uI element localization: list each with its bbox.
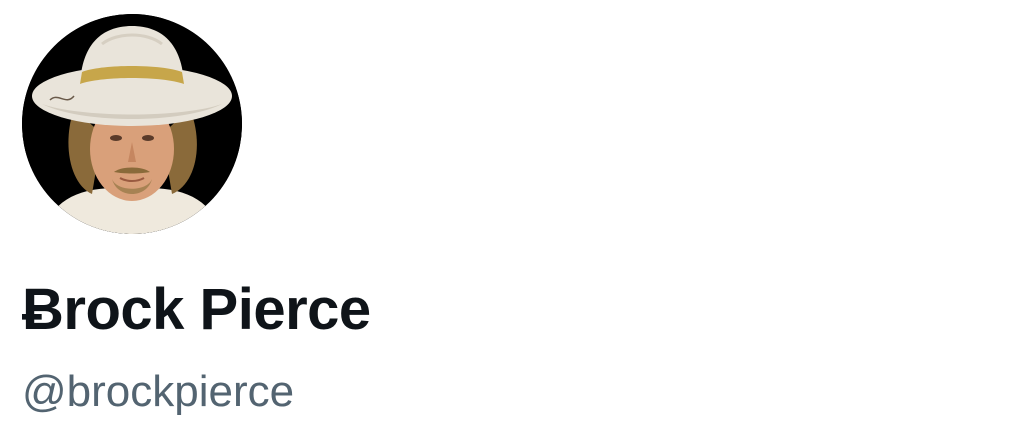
profile-header: Ƀrock Pierce @brockpierce <box>0 0 1018 438</box>
avatar[interactable] <box>22 14 242 234</box>
profile-handle[interactable]: @brockpierce <box>22 362 294 422</box>
profile-display-name: Ƀrock Pierce <box>22 277 371 342</box>
avatar-image <box>22 14 242 234</box>
avatar-frame[interactable] <box>20 12 244 236</box>
